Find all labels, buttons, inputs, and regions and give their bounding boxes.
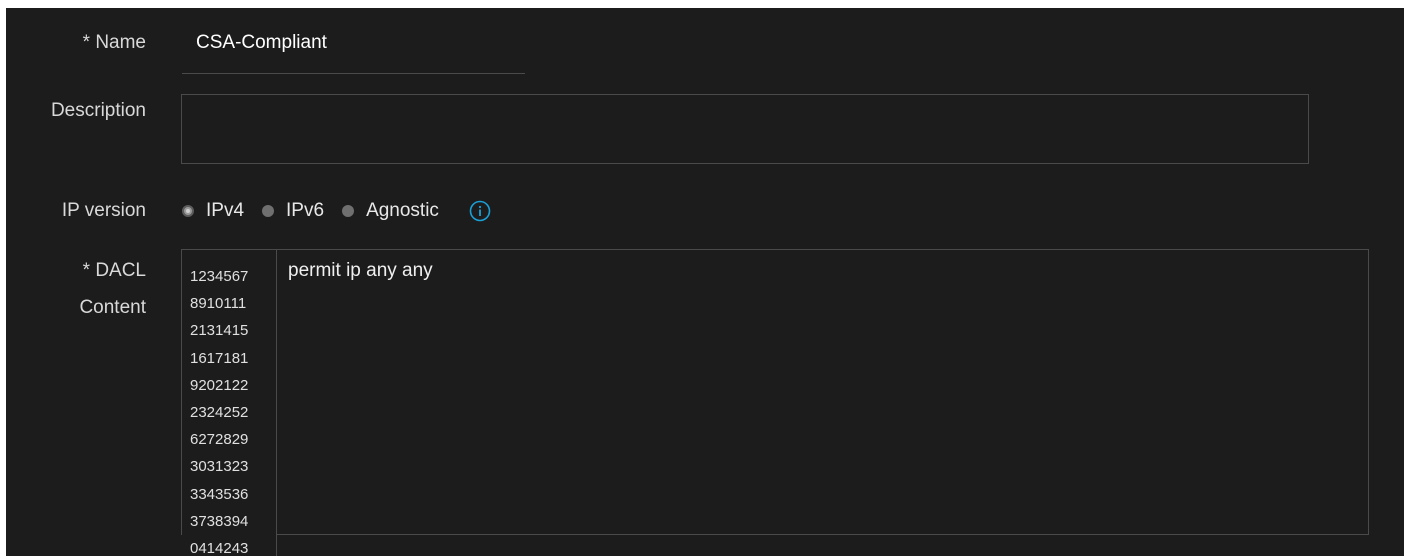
line-number: 9202122 — [190, 376, 249, 394]
line-number: 8910111 — [190, 295, 247, 313]
line-number: 3031323 — [190, 458, 249, 476]
dacl-form-panel: * Name CSA-Compliant Description IP vers… — [6, 8, 1404, 556]
radio-label-agnostic: Agnostic — [366, 200, 439, 221]
line-number: 3343536 — [190, 485, 249, 503]
line-number-gutter: 1234567 8910111 2131415 1617181 9202122 23242… — [182, 250, 277, 556]
radio-unselected-icon — [342, 205, 355, 217]
line-number: 1234567 — [190, 268, 249, 285]
line-number: 2131415 — [190, 322, 249, 340]
ip-version-option-agnostic[interactable]: Agnostic — [342, 200, 439, 222]
radio-label-ipv4: IPv4 — [206, 200, 245, 221]
line-number: 1617181 — [190, 349, 249, 367]
line-number: 0414243 — [190, 540, 249, 556]
line-number: 3738394 — [190, 512, 249, 530]
line-number: 2324252 — [190, 404, 249, 422]
description-field[interactable] — [181, 94, 1309, 164]
info-icon[interactable] — [469, 200, 491, 222]
line-numbers: 1234567 8910111 2131415 1617181 9202122 23242… — [190, 263, 248, 556]
ip-version-label: IP version — [61, 200, 146, 221]
ip-version-option-ipv6[interactable]: IPv6 — [262, 200, 324, 222]
radio-unselected-icon — [262, 205, 275, 217]
dacl-label-line2: Content — [79, 297, 146, 318]
dacl-label-line1: * DACL — [82, 260, 146, 281]
ip-version-option-ipv4[interactable]: IPv4 — [182, 200, 244, 222]
dacl-content-editor[interactable]: 1234567 8910111 2131415 1617181 9202122 23242… — [181, 249, 1369, 556]
description-label: Description — [50, 100, 146, 121]
line-number: 6272829 — [190, 431, 249, 449]
name-field-underline — [182, 73, 525, 74]
radio-selected-icon — [182, 205, 194, 217]
name-label: * Name — [82, 32, 146, 53]
radio-label-ipv6: IPv6 — [286, 200, 325, 221]
ip-version-radio-group: IPv4 IPv6 Agnostic — [182, 198, 491, 224]
dacl-content-text[interactable]: permit ip any any — [288, 260, 433, 282]
name-field[interactable]: CSA-Compliant — [196, 32, 327, 54]
